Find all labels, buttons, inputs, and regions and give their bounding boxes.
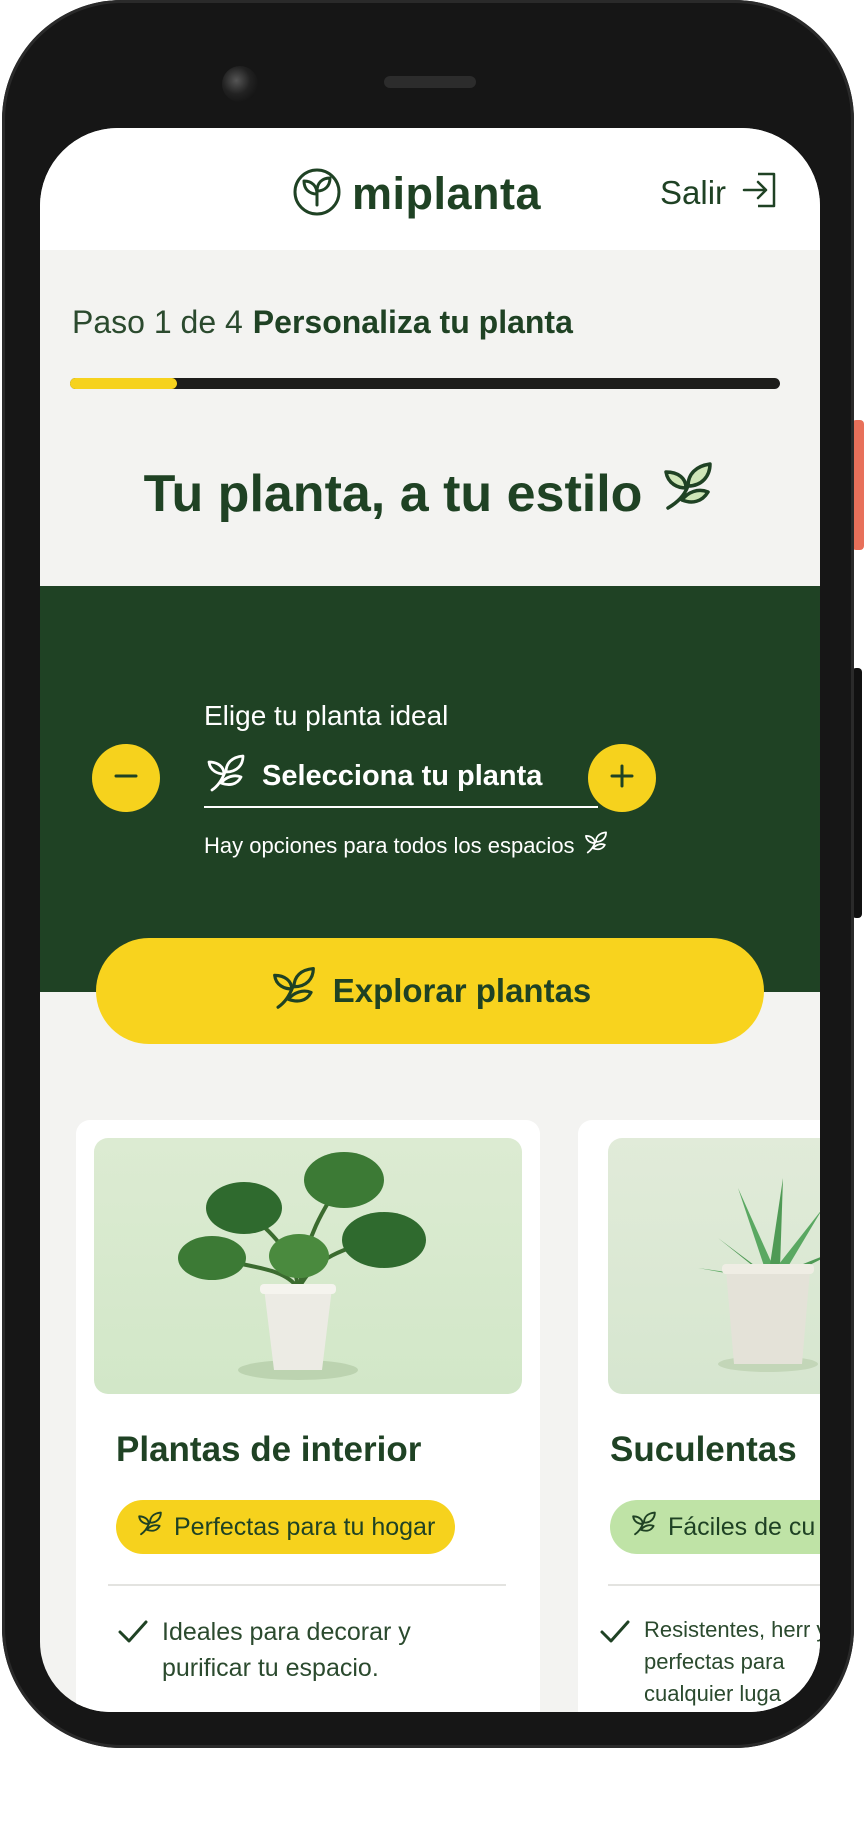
progress-fill [70,378,177,389]
app-screen: miplanta Salir Paso 1 de 4 Personaliza tu… [40,128,820,1712]
category-card-succulents[interactable]: Suculentas Fáciles de cu Resistentes, he… [578,1120,820,1712]
card-divider [108,1584,506,1586]
step-count: Paso 1 de 4 [72,304,243,340]
card-feature: Ideales para decorar y purificar tu espa… [116,1614,436,1686]
card-title: Suculentas [610,1430,797,1469]
logout-button[interactable]: Salir [660,170,780,215]
app-header: miplanta Salir [40,128,820,250]
plant-select-field[interactable]: Selecciona tu planta [204,746,598,808]
increment-button[interactable] [588,744,656,812]
leaf-icon [630,1510,658,1545]
step-title: Personaliza tu planta [252,304,573,340]
step-indicator: Paso 1 de 4 Personaliza tu planta [72,304,573,341]
leaf-icon [136,1510,164,1545]
speaker-grille [384,76,476,88]
card-badge-label: Fáciles de cu [668,1512,816,1541]
card-title: Plantas de interior [116,1430,422,1469]
monstera-image [94,1138,522,1394]
phone-frame: miplanta Salir Paso 1 de 4 Personaliza tu… [2,0,854,1748]
card-feature-text: Ideales para decorar y purificar tu espa… [162,1618,411,1682]
progress-bar [70,378,780,389]
card-badge: Fáciles de cu [610,1500,820,1554]
succulent-image [608,1138,820,1394]
logo-text: miplanta [352,168,542,219]
leaf-icon [583,830,609,862]
check-icon [598,1614,632,1710]
category-card-interior[interactable]: Plantas de interior Perfectas para tu ho… [76,1120,540,1712]
picker-label: Elige tu planta ideal [204,700,449,731]
brand-logo[interactable]: miplanta [292,166,541,222]
logout-label: Salir [660,173,727,211]
leaf-circle-icon [292,167,342,222]
decrement-button[interactable] [92,744,160,812]
explore-plants-button[interactable]: Explorar plantas [96,938,764,1044]
plus-icon [608,762,636,795]
leaf-icon [658,458,716,529]
card-badge-label: Perfectas para tu hogar [174,1512,436,1541]
card-feature-text: Resistentes, herr y perfectas para cualq… [644,1617,820,1706]
card-badge: Perfectas para tu hogar [116,1500,456,1554]
logout-arrow-icon [740,170,780,215]
card-feature: Resistentes, herr y perfectas para cualq… [598,1614,820,1710]
front-camera [222,66,258,102]
leaf-icon [204,752,248,801]
minus-icon [112,762,140,795]
picker-value: Selecciona tu planta [262,759,543,792]
page-title: Tu planta, a tu estilo [40,458,820,529]
leaf-icon [269,964,319,1019]
explore-plants-label: Explorar plantas [332,972,592,1009]
check-icon [116,1614,150,1686]
picker-hint-text: Hay opciones para todos los espacios [204,833,575,858]
page-title-text: Tu planta, a tu estilo [143,464,643,523]
picker-hint: Hay opciones para todos los espacios [204,830,609,862]
card-divider [608,1584,820,1586]
